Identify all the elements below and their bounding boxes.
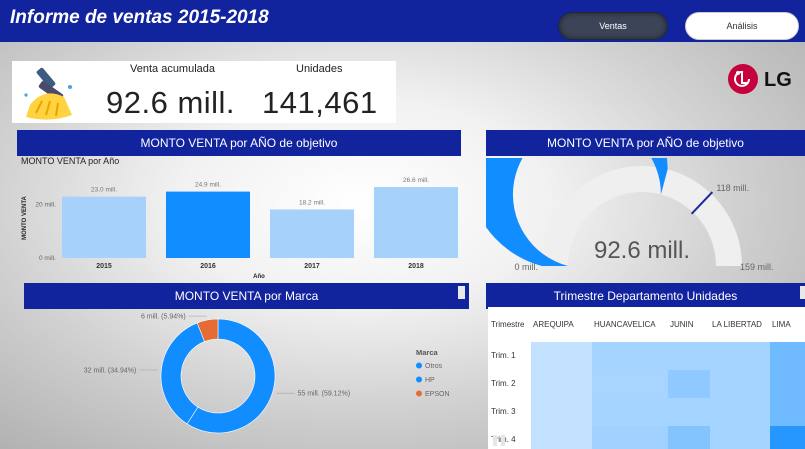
bar-2018	[374, 187, 458, 258]
legend-marker	[416, 376, 422, 383]
column-header[interactable]: HUANCAVELICA	[594, 320, 656, 329]
heatmap-matrix: Trimestre AREQUIPA HUANCAVELICA JUNIN LA LI…	[488, 307, 805, 449]
legend-title: Marca	[416, 348, 439, 357]
donut-data-label: 32 mill. (34.94%)	[84, 367, 137, 374]
gauge-min-label: 0 mill.	[514, 262, 538, 272]
x-tick-label: 2017	[304, 263, 320, 270]
heatmap-cell	[592, 342, 668, 370]
bar-chart: MONTO VENTA 0 mill. 20 mill. 23.0 mill. 2015…	[22, 177, 458, 280]
gauge-chart: 118 mill. 92.6 mill. 0 mill. 159 mill.	[486, 158, 774, 272]
legend-item: EPSON	[425, 391, 450, 398]
heatmap-cell	[531, 342, 592, 370]
row-label: Trim. 1	[491, 351, 516, 360]
x-tick-label: 2018	[408, 263, 424, 270]
broom-icon	[24, 67, 72, 120]
legend-marker	[416, 390, 422, 397]
tab-ventas[interactable]: Ventas	[558, 12, 668, 40]
heatmap-cell	[770, 342, 805, 370]
gauge-max-label: 159 mill.	[740, 262, 774, 272]
bar-2015	[62, 196, 146, 258]
gauge-panel-title: MONTO VENTA por AÑO de objetivo	[486, 130, 805, 156]
column-header[interactable]: LIMA	[772, 320, 791, 329]
x-tick-label: 2016	[200, 263, 216, 270]
heatmap-cell	[770, 370, 805, 398]
bar-2016	[166, 191, 250, 258]
column-header[interactable]: AREQUIPA	[533, 320, 574, 329]
heatmap-cell	[668, 426, 710, 449]
row-header: Trimestre	[491, 320, 525, 329]
y-tick-label: 0 mill.	[39, 255, 56, 262]
report-title: Informe de ventas 2015-2018	[10, 7, 269, 28]
bar-data-label: 18.2 mill.	[299, 199, 325, 206]
lg-logo-text: LG	[764, 69, 792, 91]
heatmap-cell	[592, 426, 668, 449]
kpi-card: Venta acumulada 92.6 mill. Unidades 141,…	[12, 61, 396, 123]
venta-acumulada-value: 92.6 mill.	[106, 85, 236, 120]
donut-panel-title: MONTO VENTA por Marca	[24, 283, 469, 309]
donut-data-label: 6 mill. (5.94%)	[141, 314, 186, 321]
y-tick-label: 20 mill.	[35, 202, 56, 209]
heatmap-cell	[531, 370, 592, 398]
row-label: Trim. 3	[491, 407, 516, 416]
heatmap-cell	[668, 370, 710, 398]
heatmap-cell	[710, 370, 770, 398]
heatmap-cell	[770, 426, 805, 449]
donut-chart: 55 mill. (59.12%) 32 mill. (34.94%) 6 mill…	[84, 314, 450, 434]
panel-menu-handle[interactable]	[458, 286, 465, 299]
scrollbar[interactable]	[501, 435, 505, 446]
heatmap-cell	[770, 398, 805, 426]
column-header[interactable]: LA LIBERTAD	[712, 320, 762, 329]
heatmap-cell	[592, 370, 668, 398]
gauge-value-label: 92.6 mill.	[594, 237, 690, 264]
heatmap-cell	[531, 426, 592, 449]
matrix-panel-title: Trimestre Departamento Unidades	[486, 283, 805, 309]
heatmap-cell	[668, 342, 710, 370]
panel-menu-handle[interactable]	[800, 286, 805, 299]
venta-acumulada-label: Venta acumulada	[130, 63, 216, 75]
unidades-label: Unidades	[296, 63, 343, 75]
y-axis-label: MONTO VENTA	[22, 195, 28, 239]
legend-item: Otros	[425, 363, 443, 370]
column-header[interactable]: JUNIN	[670, 320, 694, 329]
donut-data-label: 55 mill. (59.12%)	[298, 391, 351, 398]
bar-data-label: 24.9 mill.	[195, 182, 221, 189]
bar-data-label: 26.6 mill.	[403, 177, 429, 184]
x-tick-label: 2015	[96, 263, 112, 270]
heatmap-cell	[710, 342, 770, 370]
gauge-target-label: 118 mill.	[716, 183, 749, 193]
tab-analisis[interactable]: Análisis	[685, 12, 799, 40]
legend-marker	[416, 362, 422, 369]
header-bar: Informe de ventas 2015-2018 Ventas Análi…	[0, 0, 805, 42]
lg-logo: LG	[726, 62, 800, 96]
bar-data-label: 23.0 mill.	[91, 187, 117, 194]
heatmap-cell	[710, 426, 770, 449]
x-axis-label: Año	[253, 274, 265, 280]
legend-item: HP	[425, 377, 435, 384]
scrollbar[interactable]	[493, 435, 497, 446]
bar-chart-subtitle: MONTO VENTA por Año	[21, 156, 120, 166]
row-label: Trim. 2	[491, 379, 516, 388]
bar-2017	[270, 209, 354, 258]
unidades-value: 141,461	[262, 85, 378, 120]
heatmap-cell	[668, 398, 710, 426]
heatmap-cell	[592, 398, 668, 426]
bar-panel-title: MONTO VENTA por AÑO de objetivo	[17, 130, 461, 156]
heatmap-cell	[531, 398, 592, 426]
heatmap-cell	[710, 398, 770, 426]
